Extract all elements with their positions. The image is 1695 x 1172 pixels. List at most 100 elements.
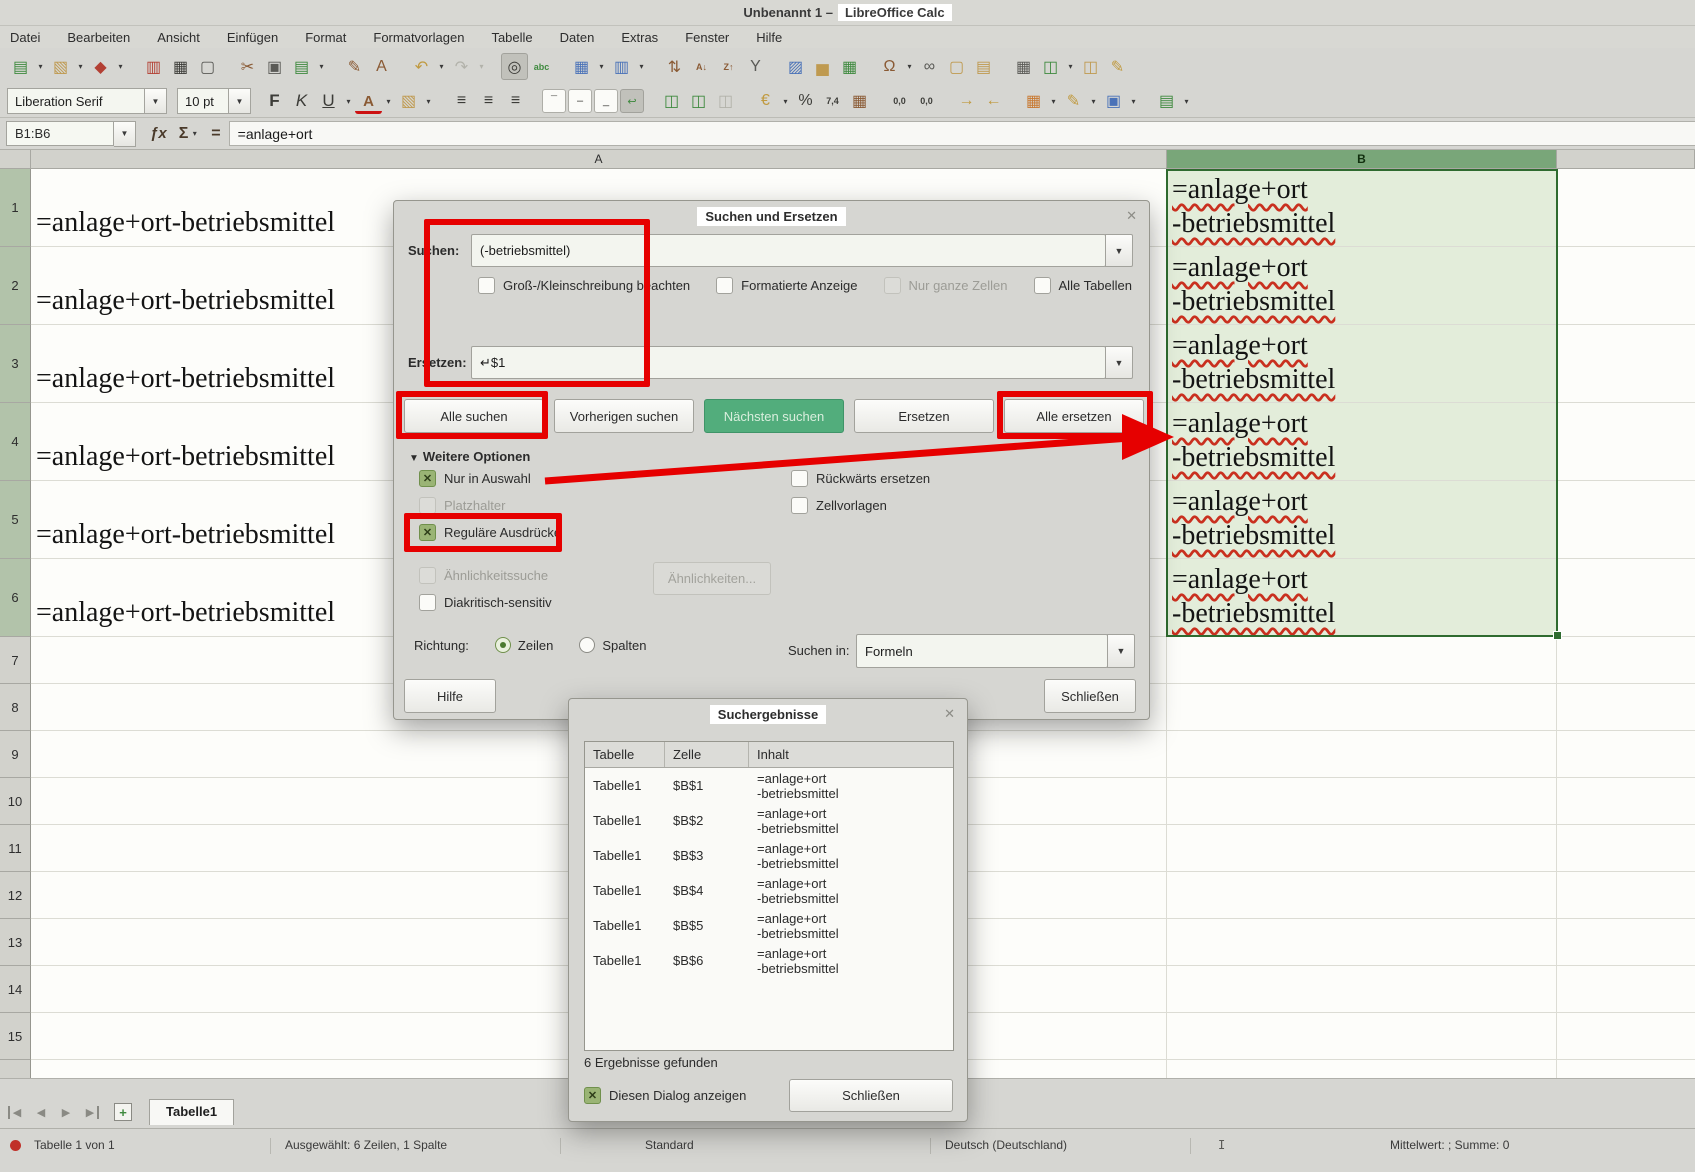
freeze-rows-columns-icon[interactable]: ◫ (1037, 53, 1064, 80)
open-folder-dropdown[interactable]: ▾ (74, 53, 87, 80)
cell-b-empty[interactable] (1167, 1013, 1557, 1060)
previous-sheet-icon[interactable]: ◀ (33, 1106, 49, 1119)
formula-input[interactable]: =anlage+ort (229, 121, 1695, 146)
close-icon[interactable]: ✕ (944, 706, 955, 722)
cell-b-empty[interactable] (1167, 778, 1557, 825)
insert-comment-icon[interactable]: ▢ (943, 53, 970, 80)
cell-b[interactable]: =anlage+ort -betriebsmittel (1167, 325, 1557, 403)
menu-tabelle[interactable]: Tabelle (491, 30, 532, 45)
status-summary[interactable]: Mittelwert: ; Summe: 0 (1390, 1138, 1509, 1152)
menu-formatvorlagen[interactable]: Formatvorlagen (373, 30, 464, 45)
delete-decimal-icon[interactable]: 0,0 (913, 88, 940, 115)
split-window-icon[interactable]: ◫ (1077, 53, 1104, 80)
clear-formatting-icon[interactable]: A (368, 53, 395, 80)
border-style-dropdown[interactable]: ▾ (1087, 88, 1100, 115)
cell-b-empty[interactable] (1167, 1060, 1557, 1078)
find-replace-titlebar[interactable]: Suchen und Ersetzen ✕ (394, 201, 1149, 231)
menu-extras[interactable]: Extras (621, 30, 658, 45)
sort-icon[interactable]: ⇅ (661, 53, 688, 80)
last-sheet-icon[interactable]: ▶ (83, 1106, 99, 1119)
insert-row-icon[interactable]: ▦ (568, 53, 595, 80)
column-header-inhalt[interactable]: Inhalt (749, 742, 953, 767)
menu-hilfe[interactable]: Hilfe (756, 30, 782, 45)
merge-cells-icon[interactable]: ◫ (685, 88, 712, 115)
highlight-color-dropdown[interactable]: ▾ (422, 88, 435, 115)
row-header[interactable]: 6 (0, 559, 31, 637)
replace-all-button[interactable]: Alle ersetzen (1004, 399, 1144, 433)
new-document-icon[interactable]: ▤ (7, 53, 34, 80)
menu-bearbeiten[interactable]: Bearbeiten (67, 30, 130, 45)
cell-empty[interactable] (1557, 731, 1695, 778)
column-header-a[interactable]: A (31, 150, 1167, 169)
row-header[interactable]: 10 (0, 778, 31, 825)
status-page-style[interactable]: Standard (645, 1138, 694, 1152)
headers-footers-icon[interactable]: ▤ (970, 53, 997, 80)
cell-b-empty[interactable] (1167, 684, 1557, 731)
export-pdf-icon[interactable]: ▥ (140, 53, 167, 80)
direction-rows-radio[interactable]: Zeilen (495, 637, 553, 653)
cell-empty[interactable] (1557, 559, 1695, 637)
underline-dropdown[interactable]: ▾ (342, 88, 355, 115)
cell-empty[interactable] (1557, 325, 1695, 403)
decrease-indent-icon[interactable]: ← (980, 88, 1007, 115)
cell-empty[interactable] (1557, 825, 1695, 872)
add-decimal-icon[interactable]: 0,0 (886, 88, 913, 115)
insert-hyperlink-icon[interactable]: ∞ (916, 53, 943, 80)
insert-pivot-table-icon[interactable]: ▦ (836, 53, 863, 80)
row-header[interactable]: 2 (0, 247, 31, 325)
cell-empty[interactable] (1557, 403, 1695, 481)
find-all-button[interactable]: Alle suchen (404, 399, 544, 433)
font-name-combo[interactable]: Liberation Serif (7, 88, 145, 114)
font-size-combo[interactable]: 10 pt (177, 88, 229, 114)
search-input-dropdown[interactable]: ▼ (1105, 234, 1133, 267)
row-header[interactable]: 12 (0, 872, 31, 919)
entire-cells-checkbox[interactable]: Nur ganze Zellen (884, 275, 1008, 295)
highlight-color-icon[interactable]: ▧ (395, 88, 422, 115)
insert-image-icon[interactable]: ▨ (782, 53, 809, 80)
replace-input-dropdown[interactable]: ▼ (1105, 346, 1133, 379)
font-size-dropdown[interactable]: ▼ (229, 88, 251, 114)
help-button[interactable]: Hilfe (404, 679, 496, 713)
row-header[interactable]: 8 (0, 684, 31, 731)
wrap-text-icon[interactable]: ↩ (620, 89, 644, 113)
sheet-tab-tabelle1[interactable]: Tabelle1 (149, 1099, 234, 1125)
selection-fill-handle[interactable] (1553, 631, 1562, 640)
align-center-icon[interactable]: ≡ (475, 88, 502, 115)
print-preview-icon[interactable]: ▢ (194, 53, 221, 80)
cell-b-empty[interactable] (1167, 872, 1557, 919)
row-header[interactable]: 16 (0, 1060, 31, 1078)
cell-empty[interactable] (1557, 778, 1695, 825)
currency-format-icon[interactable]: € (752, 88, 779, 115)
print-area-icon[interactable]: ▦ (1010, 53, 1037, 80)
row-header[interactable]: 15 (0, 1013, 31, 1060)
spelling-icon[interactable]: abc (528, 53, 555, 80)
search-in-dropdown[interactable]: Formeln (856, 634, 1108, 668)
cell-b-empty[interactable] (1167, 731, 1557, 778)
column-header-rest[interactable] (1557, 150, 1695, 169)
menu-fenster[interactable]: Fenster (685, 30, 729, 45)
next-sheet-icon[interactable]: ▶ (58, 1106, 74, 1119)
first-sheet-icon[interactable]: ◀ (8, 1106, 24, 1119)
show-dialog-checkbox[interactable]: Diesen Dialog anzeigen (584, 1085, 746, 1105)
wildcards-checkbox[interactable]: Platzhalter (419, 492, 561, 519)
date-format-icon[interactable]: ▦ (846, 88, 873, 115)
cell-empty[interactable] (1557, 966, 1695, 1013)
borders-dropdown[interactable]: ▾ (1047, 88, 1060, 115)
menu-einfuegen[interactable]: Einfügen (227, 30, 278, 45)
column-header-b[interactable]: B (1167, 150, 1557, 169)
find-next-button[interactable]: Nächsten suchen (704, 399, 844, 433)
align-bottom-icon[interactable]: _ (594, 89, 618, 113)
save-icon[interactable]: ◆ (87, 53, 114, 80)
font-name-dropdown[interactable]: ▼ (145, 88, 167, 114)
redo-icon[interactable]: ↷ (448, 53, 475, 80)
add-sheet-icon[interactable]: + (114, 1103, 132, 1121)
replace-backwards-checkbox[interactable]: Rückwärts ersetzen (791, 465, 930, 492)
row-header[interactable]: 9 (0, 731, 31, 778)
cell-empty[interactable] (1557, 169, 1695, 247)
cell-empty[interactable] (1557, 637, 1695, 684)
open-folder-icon[interactable]: ▧ (47, 53, 74, 80)
draw-functions-icon[interactable]: ✎ (1104, 53, 1131, 80)
background-color-icon[interactable]: ▣ (1100, 88, 1127, 115)
cell-b-empty[interactable] (1167, 966, 1557, 1013)
background-color-dropdown[interactable]: ▾ (1127, 88, 1140, 115)
